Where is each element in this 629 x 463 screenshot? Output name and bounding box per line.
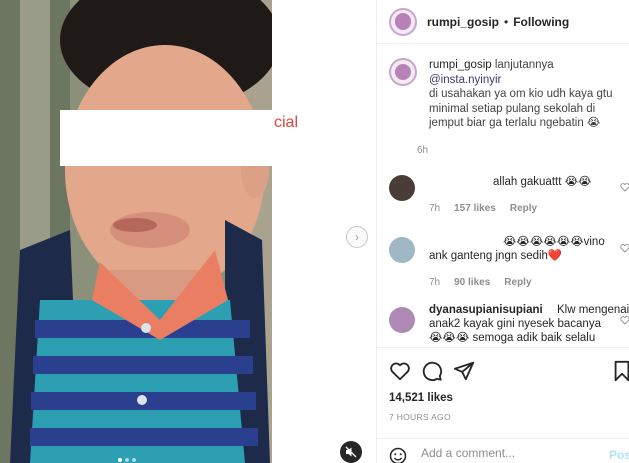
caption-text: rumpi_gosip lanjutannya @insta.nyinyir d… — [429, 58, 619, 131]
post-comment-button[interactable]: Post — [609, 448, 629, 462]
comment-text: allah gakuattt 😭😭 — [493, 176, 592, 188]
carousel-dots — [118, 458, 136, 462]
comment-text-line-3: 😭😭😭 semoga adik baik selalu — [429, 332, 596, 344]
avatar[interactable] — [389, 58, 417, 86]
post-caption: rumpi_gosip lanjutannya @insta.nyinyir d… — [389, 58, 619, 131]
carousel-dot — [132, 458, 136, 462]
avatar[interactable] — [389, 175, 415, 201]
carousel-dot — [118, 458, 122, 462]
chevron-right-icon: › — [355, 230, 359, 244]
following-button[interactable]: Following — [513, 15, 569, 29]
avatar[interactable] — [389, 7, 417, 36]
comment-text-line-1: 😭😭😭😭😭😭vino — [503, 236, 605, 248]
post-timestamp: 7 HOURS AGO — [389, 412, 451, 422]
mute-button[interactable] — [340, 441, 362, 463]
caption-lead: lanjutannya — [494, 59, 554, 71]
comment-time: 7h — [429, 277, 441, 288]
header-username[interactable]: rumpi_gosip — [427, 15, 499, 29]
heart-icon[interactable] — [620, 243, 629, 253]
censor-bar — [60, 110, 272, 166]
carousel-dot — [125, 458, 129, 462]
caption-username[interactable]: rumpi_gosip — [429, 59, 492, 71]
comment-text-line-2: anak2 kayak gini nyesek bacanya — [429, 318, 601, 330]
speaker-muted-icon — [345, 446, 357, 458]
heart-icon[interactable] — [620, 182, 629, 192]
comments-list[interactable]: rumpi_gosip lanjutannya @insta.nyinyir d… — [377, 45, 629, 347]
comment-meta: 7h 157 likes Reply — [429, 203, 537, 214]
child-photo-illustration — [0, 0, 272, 463]
add-comment-input[interactable] — [421, 446, 601, 460]
post-actions: 14,521 likes 7 HOURS AGO — [377, 347, 629, 427]
comment-text-line-2: ank ganteng jngn sedih❤️ — [429, 250, 563, 262]
caption-body: di usahakan ya om kio udh kaya gtu minim… — [429, 88, 613, 129]
comment-item: allah gakuattt 😭😭 7h 157 likes Reply — [389, 173, 629, 221]
comment-item: dyanasupianisupiani Klw mengenai anak2 k… — [389, 303, 629, 347]
reply-button[interactable]: Reply — [504, 277, 531, 288]
comment-likes[interactable]: 90 likes — [454, 277, 490, 288]
caption-timestamp: 6h — [417, 145, 429, 156]
post-panel: rumpi_gosip • Following rumpi_gosip lanj… — [376, 0, 629, 463]
share-paper-plane-icon[interactable] — [453, 360, 475, 382]
comment-likes[interactable]: 157 likes — [454, 203, 496, 214]
comment-meta: 7h 90 likes Reply — [429, 277, 532, 288]
comment-time: 7h — [429, 203, 441, 214]
comment-bubble-icon[interactable] — [421, 360, 443, 382]
overlay-caption: cial — [274, 114, 299, 131]
heart-icon[interactable] — [620, 315, 629, 325]
next-media-button[interactable]: › — [346, 226, 368, 248]
likes-count[interactable]: 14,521 likes — [389, 392, 453, 404]
avatar[interactable] — [389, 237, 415, 263]
comment-bar: Post — [377, 438, 629, 463]
header-separator: • — [504, 14, 509, 29]
comment-text-line-1: Klw mengenai — [557, 304, 629, 316]
comment-username[interactable]: dyanasupianisupiani — [429, 303, 543, 317]
caption-mention[interactable]: @insta.nyinyir — [429, 74, 501, 86]
post-media: cial › — [0, 0, 376, 463]
comment-item: 😭😭😭😭😭😭vino ank ganteng jngn sedih❤️ 7h 9… — [389, 233, 629, 289]
emoji-smiley-icon[interactable] — [389, 447, 407, 463]
bookmark-icon[interactable] — [613, 360, 629, 382]
post-header: rumpi_gosip • Following — [377, 0, 629, 44]
reply-button[interactable]: Reply — [510, 203, 537, 214]
like-heart-icon[interactable] — [389, 360, 411, 382]
post-photo[interactable] — [0, 0, 272, 463]
avatar[interactable] — [389, 307, 415, 333]
